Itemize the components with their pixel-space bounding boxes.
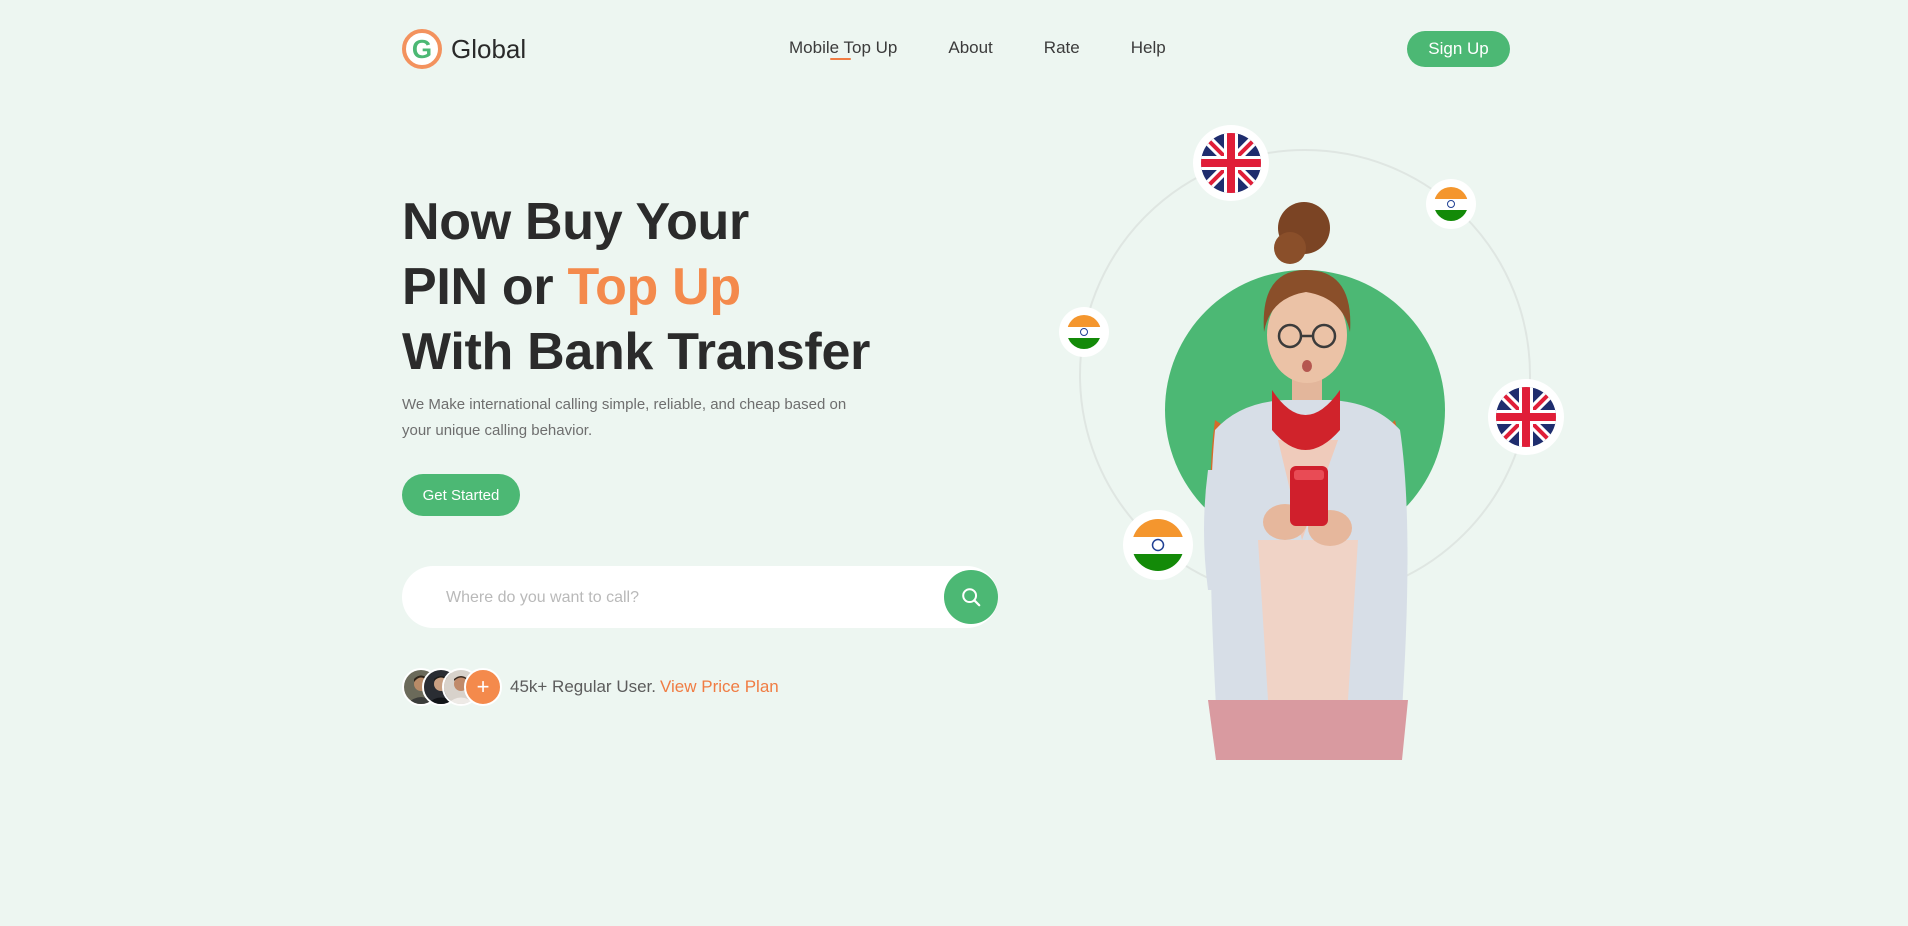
nav-item-mobile-top-up[interactable]: Mobile Top Up [789, 38, 897, 60]
uk-flag-icon [1488, 379, 1564, 455]
logo-text: Global [451, 33, 527, 64]
orbit-and-person-illustration [1059, 125, 1564, 760]
hero-title-line-2-prefix: PIN or [402, 258, 568, 316]
get-started-button[interactable]: Get Started [402, 474, 520, 516]
user-avatars: + [402, 668, 502, 706]
india-flag-icon [1426, 179, 1476, 229]
sign-up-button[interactable]: Sign Up [1407, 31, 1510, 67]
logo-g-icon: G [402, 29, 442, 69]
hero-title-line-1: Now Buy Your [402, 193, 749, 251]
hero-title: Now Buy Your PIN or Top Up With Bank Tra… [402, 190, 870, 385]
hero-title-accent: Top Up [567, 258, 741, 316]
regular-users-count: 45k+ Regular User. [510, 677, 656, 696]
site-header: G Global Mobile Top Up About Rate Help S… [0, 0, 1908, 100]
india-flag-icon [1059, 307, 1109, 357]
destination-search [402, 566, 998, 630]
main-nav: Mobile Top Up About Rate Help [789, 38, 1166, 60]
search-button[interactable] [944, 570, 998, 624]
more-users-plus-icon: + [464, 668, 502, 706]
nav-item-help[interactable]: Help [1131, 38, 1166, 58]
hero-subtitle: We Make international calling simple, re… [402, 396, 847, 439]
search-icon [962, 588, 981, 607]
nav-item-rate[interactable]: Rate [1044, 38, 1080, 58]
regular-users: + 45k+ Regular User. View Price Plan [402, 668, 779, 706]
uk-flag-icon [1193, 125, 1269, 201]
india-flag-icon [1123, 510, 1193, 580]
logo[interactable]: G Global [402, 29, 526, 69]
regular-users-text: 45k+ Regular User. View Price Plan [510, 677, 779, 697]
destination-search-input[interactable] [444, 566, 928, 630]
hero-illustration [1040, 110, 1600, 760]
view-price-plan-link[interactable]: View Price Plan [660, 677, 779, 696]
nav-item-about[interactable]: About [948, 38, 992, 58]
hero-title-line-3: With Bank Transfer [402, 323, 871, 381]
